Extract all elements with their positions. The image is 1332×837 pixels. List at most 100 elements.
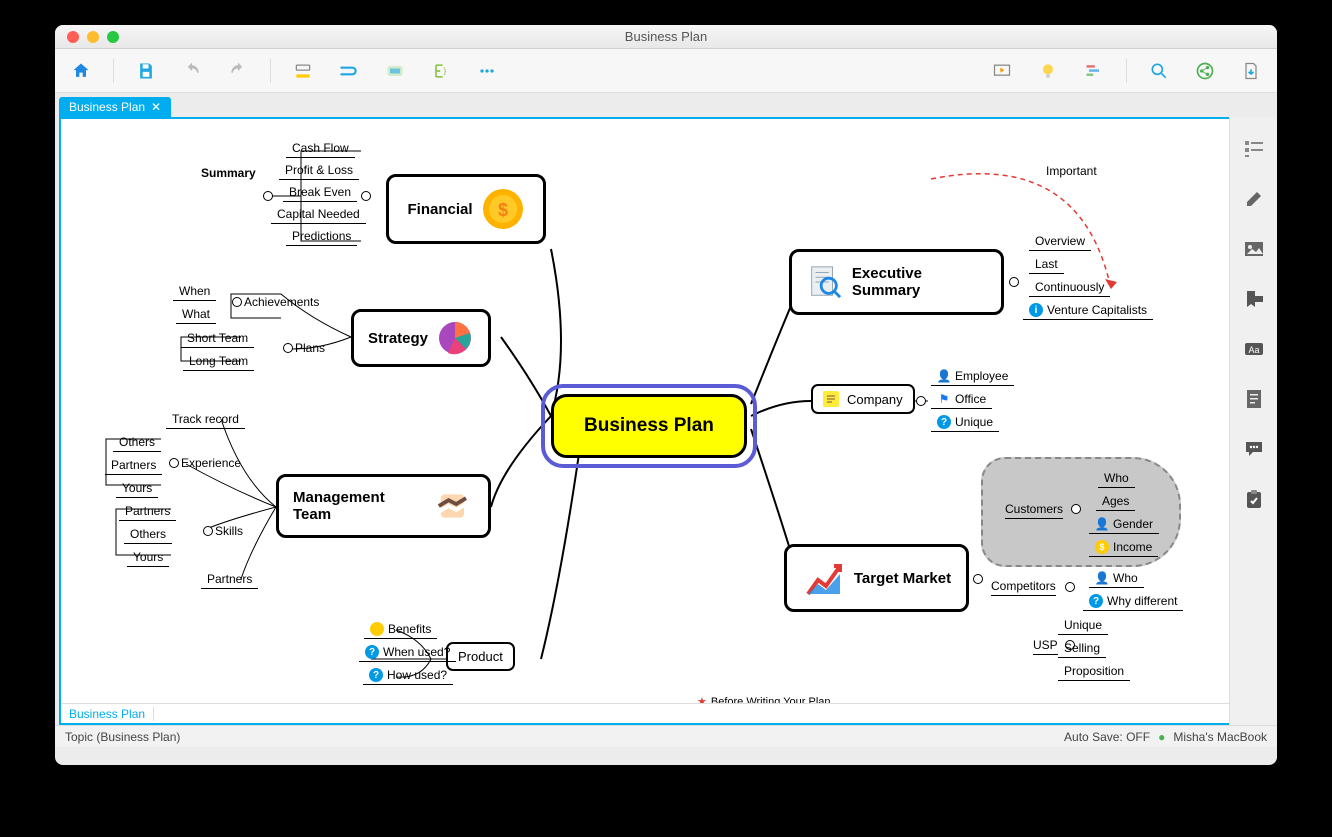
leaf[interactable]: $Income: [1089, 538, 1158, 557]
leaf[interactable]: What: [176, 305, 216, 324]
right-sidebar: Aa: [1229, 117, 1277, 725]
collapse-dot[interactable]: [916, 396, 926, 406]
task-panel-icon[interactable]: [1242, 487, 1266, 511]
plans-label: Plans: [295, 341, 325, 355]
presentation-button[interactable]: [988, 57, 1016, 85]
node-label: Company: [847, 392, 903, 407]
leaf[interactable]: Last: [1029, 255, 1064, 274]
leaf[interactable]: Break Even: [283, 183, 357, 202]
collapse-dot[interactable]: [1065, 582, 1075, 592]
collapse-dot[interactable]: [1071, 504, 1081, 514]
leaf[interactable]: Partners: [119, 502, 176, 521]
leaf[interactable]: ?Unique: [931, 413, 999, 432]
home-button[interactable]: [67, 57, 95, 85]
leaf[interactable]: Yours: [116, 479, 158, 498]
collapse-dot[interactable]: [1009, 277, 1019, 287]
usp-label[interactable]: USP: [1033, 638, 1058, 655]
leaf[interactable]: Partners: [201, 570, 258, 589]
customers-label[interactable]: Customers: [1005, 502, 1063, 519]
leaf[interactable]: Proposition: [1058, 662, 1130, 681]
node-management[interactable]: Management Team: [276, 474, 491, 538]
leaf[interactable]: Capital Needed: [271, 205, 366, 224]
node-target[interactable]: Target Market: [784, 544, 969, 612]
leaf[interactable]: Cash Flow: [286, 139, 355, 158]
window-minimize-button[interactable]: [87, 31, 99, 43]
collapse-dot[interactable]: [232, 297, 242, 307]
image-panel-icon[interactable]: [1242, 237, 1266, 261]
leaf[interactable]: Unique: [1058, 616, 1108, 635]
note-icon: [823, 391, 839, 407]
collapse-dot[interactable]: [203, 526, 213, 536]
save-button[interactable]: [132, 57, 160, 85]
relationship-button[interactable]: [335, 57, 363, 85]
leaf[interactable]: 👤Who: [1089, 569, 1144, 588]
leaf[interactable]: 👤Employee: [931, 367, 1014, 386]
boundary-button[interactable]: [381, 57, 409, 85]
more-button[interactable]: [473, 57, 501, 85]
leaf[interactable]: ⚑Office: [931, 390, 992, 409]
experience-label: Experience: [181, 456, 241, 470]
leaf[interactable]: Who: [1098, 469, 1135, 488]
brainstorm-button[interactable]: [1034, 57, 1062, 85]
leaf[interactable]: Continuously: [1029, 278, 1110, 297]
leaf[interactable]: Benefits: [364, 620, 437, 639]
leaf[interactable]: Long Team: [183, 352, 254, 371]
achievements-label: Achievements: [244, 295, 319, 309]
leaf[interactable]: When: [173, 282, 216, 301]
leaf[interactable]: Selling: [1058, 639, 1106, 658]
collapse-dot[interactable]: [361, 191, 371, 201]
leaf[interactable]: Predictions: [286, 227, 357, 246]
undo-button[interactable]: [178, 57, 206, 85]
person-icon: 👤: [1095, 571, 1109, 585]
search-button[interactable]: [1145, 57, 1173, 85]
node-executive[interactable]: Executive Summary: [789, 249, 1004, 315]
competitors-label[interactable]: Competitors: [991, 579, 1056, 596]
summary-button[interactable]: }: [427, 57, 455, 85]
collapse-dot[interactable]: [973, 574, 983, 584]
node-financial[interactable]: Financial $: [386, 174, 546, 244]
central-topic[interactable]: Business Plan: [551, 394, 747, 458]
node-company[interactable]: Company: [811, 384, 915, 414]
collapse-dot[interactable]: [283, 343, 293, 353]
sheet-tab[interactable]: Business Plan: [61, 707, 154, 721]
leaf[interactable]: Profit & Loss: [279, 161, 359, 180]
toolbar: }: [55, 49, 1277, 93]
collapse-dot[interactable]: [169, 458, 179, 468]
leaf[interactable]: Ages: [1096, 492, 1135, 511]
notes-panel-icon[interactable]: [1242, 387, 1266, 411]
leaf[interactable]: Overview: [1029, 232, 1091, 251]
gantt-button[interactable]: [1080, 57, 1108, 85]
format-panel-icon[interactable]: [1242, 187, 1266, 211]
leaf[interactable]: Others: [113, 433, 161, 452]
svg-text:Aa: Aa: [1248, 345, 1259, 355]
tab-close-icon[interactable]: ✕: [151, 100, 161, 114]
document-tabs: Business Plan ✕: [55, 93, 1277, 117]
info-icon: i: [1029, 303, 1043, 317]
leaf[interactable]: ?Why different: [1083, 592, 1183, 611]
text-panel-icon[interactable]: Aa: [1242, 337, 1266, 361]
leaf[interactable]: Yours: [127, 548, 169, 567]
topic-button[interactable]: [289, 57, 317, 85]
document-tab[interactable]: Business Plan ✕: [59, 97, 171, 117]
leaf[interactable]: Short Team: [181, 329, 254, 348]
leaf[interactable]: Partners: [105, 456, 162, 475]
document-search-icon: [806, 262, 844, 302]
question-icon: ?: [937, 415, 951, 429]
outline-panel-icon[interactable]: [1242, 137, 1266, 161]
leaf[interactable]: Others: [124, 525, 172, 544]
leaf[interactable]: iVenture Capitalists: [1023, 301, 1153, 320]
leaf[interactable]: 👤Gender: [1089, 515, 1159, 534]
collapse-dot[interactable]: [263, 191, 273, 201]
export-button[interactable]: [1237, 57, 1265, 85]
marker-panel-icon[interactable]: [1242, 287, 1266, 311]
leaf[interactable]: ?How used?: [363, 666, 453, 685]
redo-button[interactable]: [224, 57, 252, 85]
window-close-button[interactable]: [67, 31, 79, 43]
leaf[interactable]: Track record: [166, 410, 245, 429]
leaf[interactable]: ?When used?: [359, 643, 456, 662]
window-maximize-button[interactable]: [107, 31, 119, 43]
canvas[interactable]: Business Plan Financial $ Summary Cash F…: [59, 117, 1273, 725]
comments-panel-icon[interactable]: [1242, 437, 1266, 461]
share-button[interactable]: [1191, 57, 1219, 85]
node-strategy[interactable]: Strategy: [351, 309, 491, 367]
